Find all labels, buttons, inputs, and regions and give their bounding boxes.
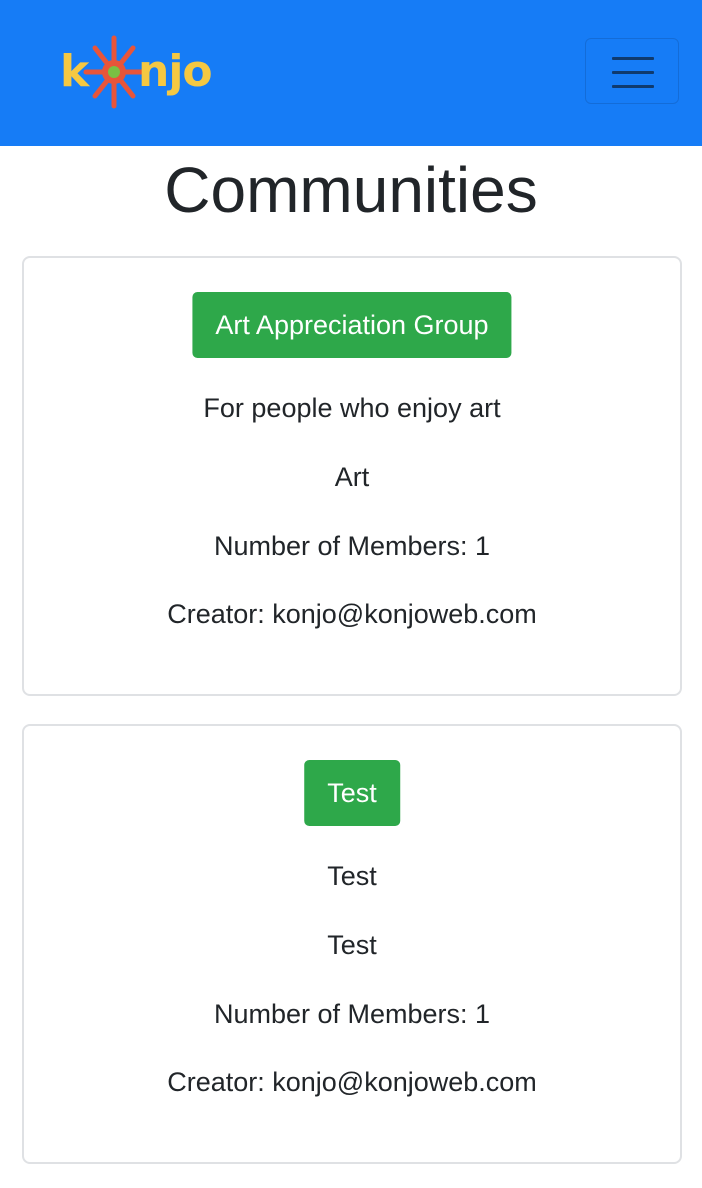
brand-letters-njo: njo xyxy=(138,46,213,97)
community-category: Art xyxy=(334,462,370,492)
community-member-count: Number of Members: 1 xyxy=(213,531,491,561)
page-title: Communities xyxy=(164,154,538,226)
sun-icon xyxy=(83,35,145,109)
navbar: k njo xyxy=(0,0,702,146)
community-description: For people who enjoy art xyxy=(203,393,501,423)
community-card: Test Test Test Number of Members: 1 Crea… xyxy=(22,724,682,1164)
hamburger-menu-icon xyxy=(612,71,654,74)
community-description: Test xyxy=(327,861,377,891)
community-creator: Creator: konjo@konjoweb.com xyxy=(167,1067,537,1097)
community-name-button[interactable]: Test xyxy=(304,760,400,826)
menu-toggle-button[interactable] xyxy=(585,38,679,104)
community-member-count: Number of Members: 1 xyxy=(213,999,491,1029)
community-category: Test xyxy=(327,930,377,960)
community-creator: Creator: konjo@konjoweb.com xyxy=(167,599,537,629)
brand-logo[interactable]: k njo xyxy=(60,34,213,110)
hamburger-menu-icon xyxy=(612,57,654,60)
community-card: Art Appreciation Group For people who en… xyxy=(22,256,682,696)
hamburger-menu-icon xyxy=(612,85,654,88)
community-name-button[interactable]: Art Appreciation Group xyxy=(192,292,512,358)
